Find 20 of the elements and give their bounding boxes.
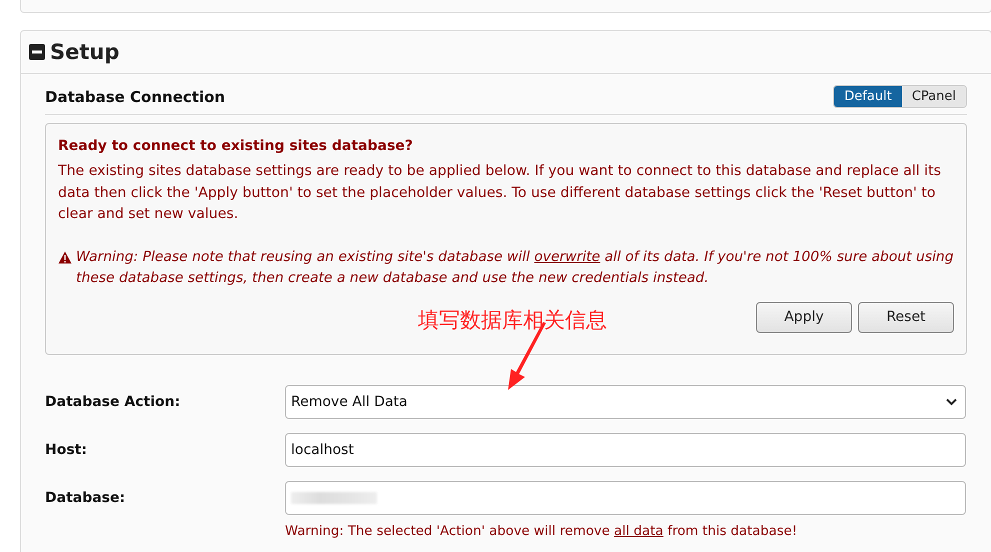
collapse-icon[interactable] bbox=[29, 44, 45, 60]
field-label: Host: bbox=[45, 441, 88, 460]
mode-tab[interactable]: Default bbox=[834, 86, 902, 106]
chevron-down-icon bbox=[946, 398, 957, 406]
warning-icon bbox=[58, 250, 72, 264]
action-select[interactable]: Remove All Data bbox=[285, 385, 966, 419]
annotation-text: 填写数据库相关信息 bbox=[418, 307, 607, 334]
mode-tab[interactable]: CPanel bbox=[902, 86, 966, 106]
reset-button[interactable]: Reset bbox=[858, 302, 954, 332]
database-field[interactable] bbox=[285, 481, 966, 515]
notice-text: The existing sites database settings are ready to be applied below. If you want to connect to this database and replace all its data then click the 'Apply button' to set the placeholder values. To use different database settings click the 'Reset button' to clear and set new values. bbox=[58, 162, 942, 224]
action-warning: Warning: The selected 'Action' above will remove all data from this database! bbox=[285, 524, 798, 539]
field-label: Database Action: bbox=[45, 393, 182, 412]
warning-text: Warning: Please note that reusing an existing site's database will overwrite all of its data. If you're not 100% sure about using these database settings, then create a new database and use the new credentials instead. bbox=[76, 248, 954, 288]
host-field[interactable]: localhost bbox=[285, 433, 966, 467]
apply-button[interactable]: Apply bbox=[756, 302, 852, 332]
notice-title: Ready to connect to existing sites database? bbox=[58, 138, 414, 154]
section-title: Database Connection bbox=[45, 88, 226, 106]
panel-title: Setup bbox=[50, 40, 120, 64]
field-label: Database: bbox=[45, 489, 126, 508]
